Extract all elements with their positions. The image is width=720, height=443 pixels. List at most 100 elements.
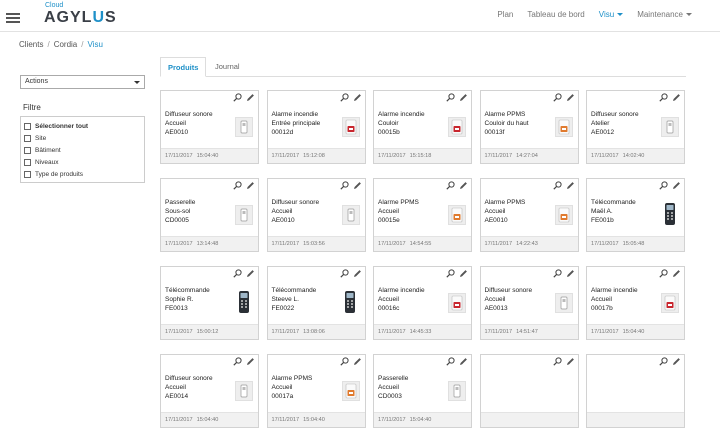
edit-pencil-icon[interactable] — [672, 93, 681, 102]
card-identifier: 00015e — [378, 217, 400, 224]
search-icon[interactable] — [659, 357, 668, 366]
edit-pencil-icon[interactable] — [246, 93, 255, 102]
search-icon[interactable] — [339, 93, 349, 102]
edit-pencil-icon[interactable] — [566, 93, 575, 102]
card-tools — [552, 357, 575, 366]
card-date: 17/11/2017 — [484, 153, 513, 159]
card-location: Couloir du haut — [484, 120, 529, 127]
product-card[interactable]: Diffuseur sonore Accueil AE0014 17/11/2017 1… — [160, 354, 259, 428]
diffuser-icon — [661, 117, 679, 137]
edit-pencil-icon[interactable] — [246, 357, 255, 366]
product-card[interactable]: Passerelle Sous-sol CD0005 17/11/2017 13:14:… — [160, 178, 259, 252]
product-card[interactable] — [586, 354, 685, 428]
product-card[interactable] — [479, 354, 579, 428]
product-card[interactable]: Alarme incendie Couloir 00015b 17/11/2017 15… — [373, 90, 472, 164]
edit-pencil-icon[interactable] — [672, 181, 681, 190]
product-card[interactable]: Alarme incendie Accueil 00016c 17/11/2017 14… — [373, 266, 472, 340]
card-identifier: FE001b — [591, 217, 614, 224]
card-location: Accueil — [378, 208, 399, 215]
search-icon[interactable] — [339, 269, 349, 278]
search-icon[interactable] — [659, 93, 668, 102]
edit-pencil-icon[interactable] — [566, 269, 575, 278]
search-icon[interactable] — [552, 93, 562, 102]
edit-pencil-icon[interactable] — [459, 93, 468, 102]
search-icon[interactable] — [446, 93, 455, 102]
product-card[interactable]: Diffuseur sonore Atelier AE0012 17/11/2017 1… — [586, 90, 685, 164]
card-footer: 17/11/2017 15:04:40 — [267, 412, 365, 427]
edit-pencil-icon[interactable] — [566, 357, 575, 366]
edit-pencil-icon[interactable] — [353, 357, 362, 366]
product-card[interactable]: Alarme incendie Entrée principale 00012d 17… — [266, 90, 366, 164]
search-icon[interactable] — [446, 181, 455, 190]
edit-pencil-icon[interactable] — [672, 357, 681, 366]
edit-pencil-icon[interactable] — [353, 93, 362, 102]
logo-wordmark: AGYLUS — [44, 9, 117, 26]
product-card[interactable]: Diffuseur sonore Accueil AE0010 17/11/2017 1… — [160, 90, 259, 164]
edit-pencil-icon[interactable] — [566, 181, 575, 190]
search-icon[interactable] — [233, 93, 242, 102]
card-location: Couloir — [378, 120, 399, 127]
remote-control-icon — [663, 202, 676, 226]
product-card[interactable]: Alarme PPMS Accueil 00015e 17/11/2017 14:54:… — [373, 178, 472, 252]
product-card[interactable]: Alarme incendie Accueil 00017b 17/11/2017 15… — [586, 266, 685, 340]
hamburger-menu-icon[interactable] — [6, 13, 20, 23]
filter-checkbox[interactable] — [24, 134, 31, 142]
search-icon[interactable] — [339, 357, 349, 366]
filter-building: Bâtiment — [24, 144, 144, 156]
tab-produits[interactable]: Produits — [160, 57, 207, 77]
edit-pencil-icon[interactable] — [459, 269, 468, 278]
search-icon[interactable] — [233, 269, 242, 278]
filter-checkbox[interactable] — [24, 170, 31, 178]
actions-select[interactable]: Actions — [20, 75, 145, 89]
search-icon[interactable] — [446, 357, 455, 366]
product-card[interactable]: Passerelle Accueil CD0003 17/11/2017 15:04:4… — [373, 354, 472, 428]
search-icon[interactable] — [659, 269, 668, 278]
search-icon[interactable] — [552, 357, 562, 366]
filter-checkbox[interactable] — [24, 158, 31, 166]
card-footer: 17/11/2017 14:51:47 — [480, 324, 578, 339]
search-icon[interactable] — [446, 269, 455, 278]
nav-item-maintenance[interactable]: Maintenance — [637, 10, 692, 19]
card-product-type: Télécommande — [271, 287, 317, 294]
edit-pencil-icon[interactable] — [672, 269, 681, 278]
nav-item-tableau-de-bord[interactable]: Tableau de bord — [527, 10, 584, 19]
search-icon[interactable] — [233, 357, 242, 366]
product-card[interactable]: Diffuseur sonore Accueil AE0013 17/11/2017 1… — [479, 266, 579, 340]
tab-journal[interactable]: Journal — [208, 57, 247, 77]
card-time: 15:05:48 — [622, 241, 645, 247]
edit-pencil-icon[interactable] — [459, 181, 468, 190]
nav-item-visu[interactable]: Visu — [599, 10, 624, 19]
card-location: Entrée principale — [271, 120, 321, 127]
card-product-type: Alarme PPMS — [271, 375, 313, 382]
edit-pencil-icon[interactable] — [246, 269, 255, 278]
filter-checkbox[interactable] — [24, 122, 31, 130]
search-icon[interactable] — [552, 181, 562, 190]
product-card[interactable]: Alarme PPMS Accueil AE0010 17/11/2017 14:22:… — [479, 178, 579, 252]
actions-select-value: Actions — [25, 78, 48, 85]
filter-checkbox[interactable] — [24, 146, 31, 154]
product-card[interactable]: Télécommande Steeve L. FE0022 17/11/2017 13:… — [266, 266, 366, 340]
product-card[interactable]: Télécommande Sophie R. FE0013 17/11/2017 15:… — [160, 266, 259, 340]
product-card[interactable]: Alarme PPMS Accueil 00017a 17/11/2017 15:04:… — [266, 354, 366, 428]
card-identifier: AE0010 — [165, 129, 189, 136]
card-date: 17/11/2017 — [165, 329, 193, 335]
edit-pencil-icon[interactable] — [246, 181, 255, 190]
product-card[interactable]: Alarme PPMS Couloir du haut 00013f 17/11/20… — [479, 90, 579, 164]
product-card[interactable]: Télécommande Maël A. FE001b 17/11/2017 15:05… — [586, 178, 685, 252]
product-card[interactable]: Diffuseur sonore Accueil AE0010 17/11/2017 1… — [266, 178, 366, 252]
search-icon[interactable] — [552, 269, 562, 278]
breadcrumb-cordia[interactable]: Cordia — [54, 40, 78, 49]
nav-item-plan[interactable]: Plan — [497, 10, 513, 19]
edit-pencil-icon[interactable] — [353, 181, 362, 190]
edit-pencil-icon[interactable] — [353, 269, 362, 278]
card-footer — [587, 412, 684, 427]
search-icon[interactable] — [233, 181, 242, 190]
search-icon[interactable] — [339, 181, 349, 190]
filter-label: Type de produits — [35, 170, 84, 178]
card-identifier: 00015b — [378, 129, 400, 136]
search-icon[interactable] — [659, 181, 668, 190]
filter-label: Sélectionner tout — [35, 122, 89, 130]
breadcrumb-clients[interactable]: Clients — [19, 40, 43, 49]
edit-pencil-icon[interactable] — [459, 357, 468, 366]
card-location: Maël A. — [591, 208, 613, 215]
